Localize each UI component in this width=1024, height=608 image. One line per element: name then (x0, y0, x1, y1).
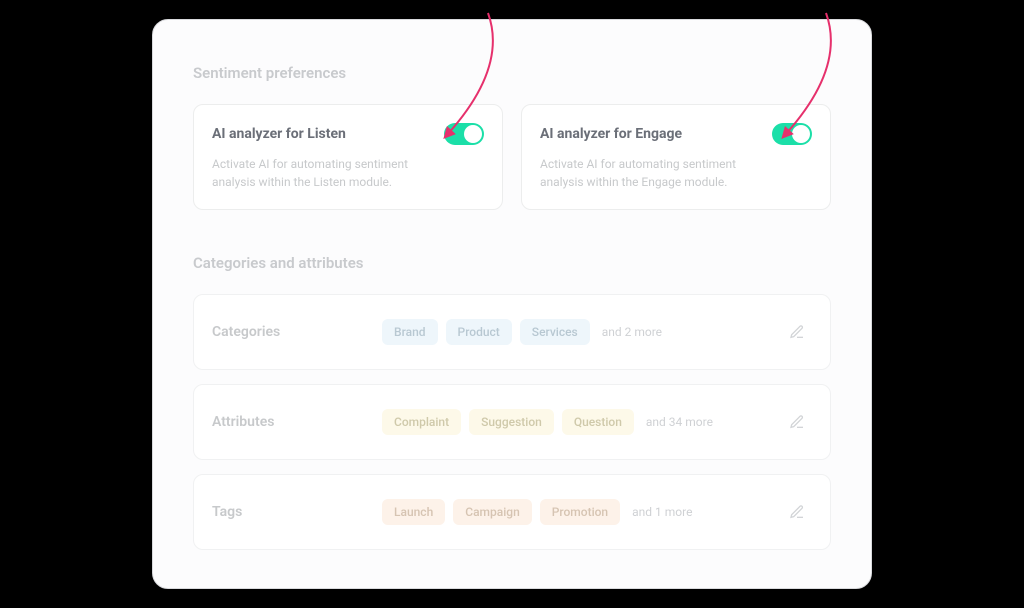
engage-card-desc: Activate AI for automating sentiment ana… (540, 155, 770, 191)
listen-analyzer-card: AI analyzer for Listen Activate AI for a… (193, 104, 503, 210)
attribute-chip: Suggestion (469, 409, 554, 435)
tags-row-label: Tags (212, 504, 382, 520)
categories-more-text: and 2 more (602, 325, 662, 339)
categories-row: Categories Brand Product Services and 2 … (193, 294, 831, 370)
pencil-icon (789, 414, 805, 430)
sentiment-cards-row: AI analyzer for Listen Activate AI for a… (193, 104, 831, 210)
pencil-icon (789, 504, 805, 520)
edit-attributes-button[interactable] (782, 407, 812, 437)
tags-more-text: and 1 more (632, 505, 692, 519)
attributes-row-label: Attributes (212, 414, 382, 430)
attributes-row: Attributes Complaint Suggestion Question… (193, 384, 831, 460)
listen-card-desc: Activate AI for automating sentiment ana… (212, 155, 442, 191)
category-chip: Services (520, 319, 590, 345)
pencil-icon (789, 324, 805, 340)
attribute-chip: Question (562, 409, 634, 435)
sentiment-section-title: Sentiment preferences (193, 64, 831, 82)
engage-analyzer-card: AI analyzer for Engage Activate AI for a… (521, 104, 831, 210)
listen-toggle[interactable] (444, 123, 484, 145)
tag-chip: Launch (382, 499, 445, 525)
categories-row-label: Categories (212, 324, 382, 340)
settings-panel: Sentiment preferences AI analyzer for Li… (152, 19, 872, 589)
edit-categories-button[interactable] (782, 317, 812, 347)
engage-toggle[interactable] (772, 123, 812, 145)
edit-tags-button[interactable] (782, 497, 812, 527)
tag-chip: Campaign (453, 499, 532, 525)
tag-chip: Promotion (540, 499, 620, 525)
categories-section-title: Categories and attributes (193, 254, 831, 272)
engage-card-title: AI analyzer for Engage (540, 126, 682, 142)
tags-row: Tags Launch Campaign Promotion and 1 mor… (193, 474, 831, 550)
listen-card-title: AI analyzer for Listen (212, 126, 346, 142)
attribute-chip: Complaint (382, 409, 461, 435)
attributes-more-text: and 34 more (646, 415, 713, 429)
category-chip: Product (446, 319, 512, 345)
category-chip: Brand (382, 319, 438, 345)
